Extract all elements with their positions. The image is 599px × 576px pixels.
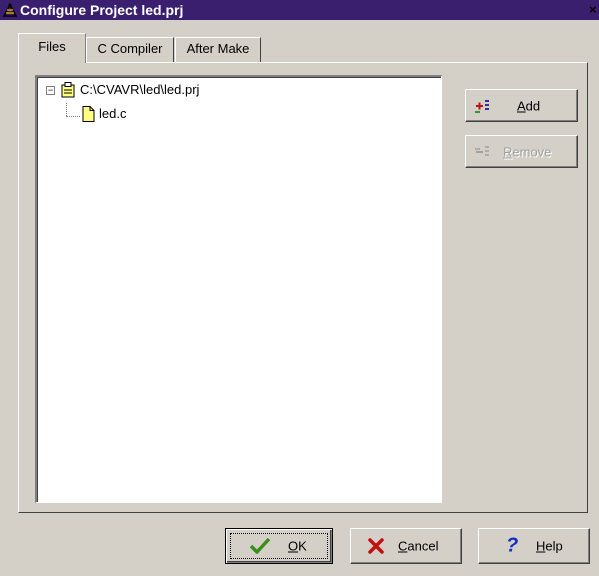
cancel-button-mnemonic: C [398,538,408,554]
ok-focus-rect [230,533,328,559]
help-button-label: Help [536,539,563,554]
add-file-icon [475,99,489,113]
add-button-mnemonic: A [517,98,526,113]
project-file-icon [61,82,75,98]
cancel-button[interactable]: Cancel [350,528,462,564]
help-question-icon: ? [506,534,519,557]
ok-button-mnemonic: O [288,538,299,554]
add-button[interactable]: Add [465,89,578,122]
help-button-mnemonic: H [536,538,546,554]
remove-file-icon [475,145,489,156]
remove-button[interactable]: Remove [465,135,578,168]
add-button-label: Add [517,98,540,113]
remove-button-label: Remove [503,144,551,159]
remove-button-label-rest: emove [512,144,552,159]
tree-connector-branch [66,116,80,117]
tree-item-file-label: led.c [99,106,127,121]
ok-button-label: OK [288,539,307,554]
project-file-tree[interactable]: − C:\CVAVR\led\led.prj led.c [35,75,442,503]
tab-c-compiler-label: C Compiler [97,41,163,56]
tab-files[interactable]: Files [18,33,86,63]
remove-button-mnemonic: R [503,144,513,159]
tab-after-make-label: After Make [186,41,250,56]
app-icon [2,3,18,17]
tab-files-label: Files [38,39,66,54]
tab-c-compiler[interactable]: C Compiler [86,37,174,62]
cancel-button-label-rest: ancel [407,538,439,554]
check-icon [249,537,271,554]
help-button[interactable]: ? Help [478,528,590,564]
ok-button-label-rest: K [298,538,307,554]
ok-button[interactable]: OK [225,528,333,564]
source-file-icon [82,106,95,122]
cancel-x-icon [368,538,384,554]
tab-after-make[interactable]: After Make [175,37,261,62]
tree-item-project-label: C:\CVAVR\led\led.prj [80,82,200,97]
tree-connector [66,103,67,116]
add-button-label-rest: dd [525,98,541,113]
cancel-button-label: Cancel [398,539,438,554]
title-bar[interactable]: Configure Project led.prj × [0,0,599,20]
close-button[interactable]: × [589,2,599,18]
window-title: Configure Project led.prj [20,2,184,18]
collapse-toggle[interactable]: − [46,86,55,95]
help-button-label-rest: elp [545,538,563,554]
